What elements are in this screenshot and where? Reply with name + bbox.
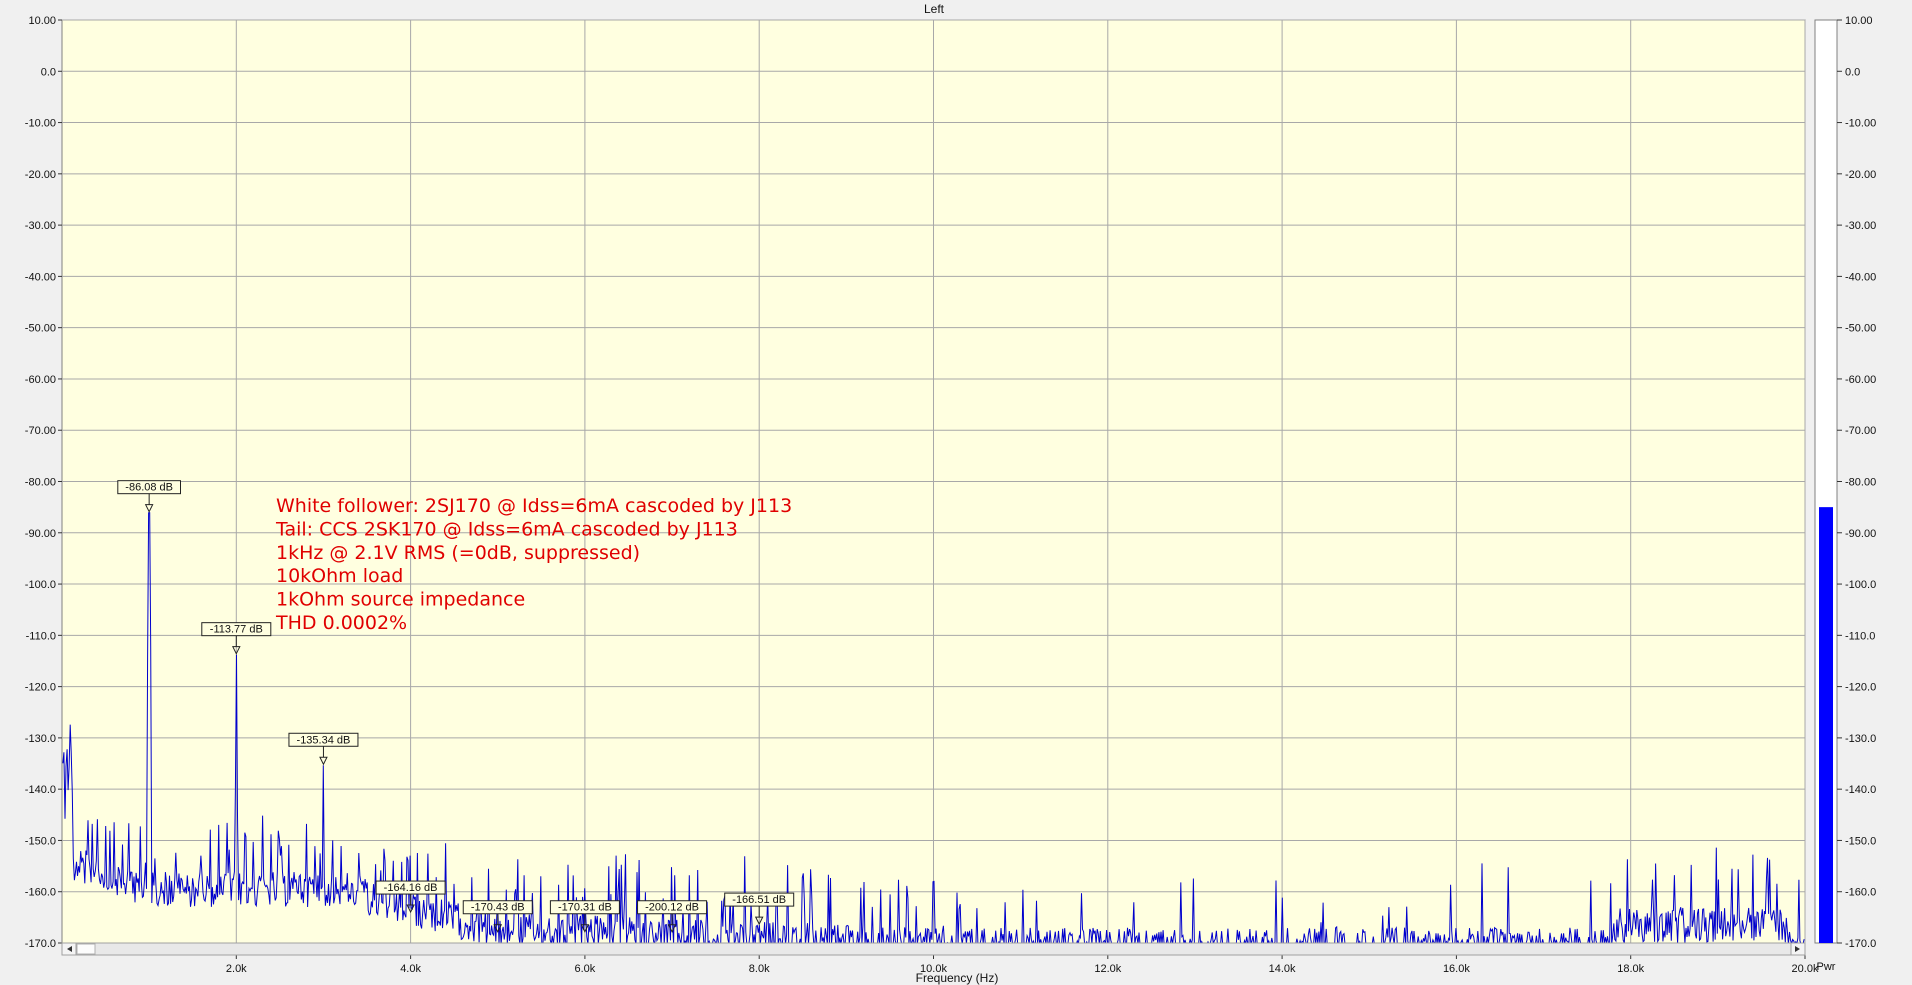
- scrollbar-track[interactable]: [61, 942, 1806, 956]
- annotation-line: Tail: CCS 2SK170 @ Idss=6mA cascoded by …: [275, 518, 738, 540]
- y-tick-label: -140.0: [25, 784, 56, 796]
- marker-label: -166.51 dB: [732, 894, 786, 906]
- meter-label: Pwr: [1817, 961, 1836, 973]
- marker-label: -86.08 dB: [125, 482, 173, 494]
- meter-tick-label: -110.0: [1845, 630, 1875, 642]
- meter-tick-label: -150.0: [1845, 835, 1876, 847]
- marker-label: -170.43 dB: [471, 902, 525, 914]
- y-tick-label: -90.00: [25, 528, 56, 540]
- meter-level-bar: [1819, 507, 1833, 943]
- annotation-line: 1kHz @ 2.1V RMS (=0dB, suppressed): [276, 542, 640, 564]
- x-tick-label: 16.0k: [1443, 963, 1470, 975]
- meter-tick-label: -60.00: [1845, 374, 1876, 386]
- meter-tick-label: -20.00: [1845, 169, 1876, 181]
- meter-tick-label: -10.00: [1845, 118, 1876, 130]
- y-tick-label: -130.0: [25, 733, 56, 745]
- y-tick-label: -150.0: [25, 835, 56, 847]
- meter-tick-label: -30.00: [1845, 220, 1876, 232]
- y-tick-label: -20.00: [25, 169, 56, 181]
- meter-tick-label: 0.0: [1845, 66, 1860, 78]
- x-tick-label: 2.0k: [226, 963, 247, 975]
- annotation-line: White follower: 2SJ170 @ Idss=6mA cascod…: [276, 495, 792, 517]
- x-tick-label: 20.0k: [1792, 963, 1819, 975]
- y-tick-label: -40.00: [25, 271, 56, 283]
- marker-label: -113.77 dB: [210, 624, 263, 636]
- y-tick-label: -10.00: [25, 118, 56, 130]
- y-tick-label: -170.0: [25, 938, 56, 950]
- x-tick-label: 12.0k: [1094, 963, 1121, 975]
- y-tick-label: -80.00: [25, 477, 56, 489]
- x-tick-label: 6.0k: [575, 963, 596, 975]
- marker-label: -170.31 dB: [558, 902, 612, 914]
- y-tick-label: -30.00: [25, 220, 56, 232]
- y-tick-label: -120.0: [25, 682, 56, 694]
- meter-tick-label: -160.0: [1845, 887, 1876, 899]
- meter-tick-label: -70.00: [1845, 425, 1876, 437]
- x-tick-label: 18.0k: [1617, 963, 1644, 975]
- h-scrollbar[interactable]: [61, 942, 1806, 956]
- y-tick-label: -50.00: [25, 323, 56, 335]
- marker-label: -135.34 dB: [297, 734, 351, 746]
- chart-title: Left: [924, 2, 945, 16]
- meter-tick-label: -170.0: [1845, 938, 1876, 950]
- fft-chart: Left 10.00 0.0 -10.00 -20.00 -30.00 -40.00 -50…: [0, 0, 1912, 985]
- y-tick-label: -60.00: [25, 374, 56, 386]
- x-tick-label: 8.0k: [749, 963, 770, 975]
- y-tick-label: 10.00: [28, 15, 56, 27]
- marker-label: -164.16 dB: [384, 882, 438, 894]
- meter-tick-label: -90.00: [1845, 528, 1876, 540]
- meter-tick-label: -50.00: [1845, 323, 1876, 335]
- x-tick-label: 4.0k: [400, 963, 421, 975]
- annotation-line: THD 0.0002%: [275, 612, 407, 634]
- y-tick-label: -110.0: [26, 630, 56, 642]
- meter-tick-label: -80.00: [1845, 477, 1876, 489]
- meter-tick-label: -130.0: [1845, 733, 1876, 745]
- y-tick-label: -70.00: [25, 425, 56, 437]
- annotation-line: 10kOhm load: [276, 565, 403, 587]
- marker-label: -200.12 dB: [645, 902, 699, 914]
- y-tick-label: -100.0: [25, 579, 56, 591]
- meter-tick-label: -100.0: [1845, 579, 1876, 591]
- meter-tick-label: -40.00: [1845, 271, 1876, 283]
- meter-tick-label: 10.00: [1845, 15, 1873, 27]
- y-tick-label: -160.0: [25, 887, 56, 899]
- x-axis-label: Frequency (Hz): [916, 971, 999, 985]
- scroll-thumb[interactable]: [76, 943, 96, 955]
- x-tick-label: 14.0k: [1269, 963, 1296, 975]
- annotation-line: 1kOhm source impedance: [276, 589, 525, 611]
- meter-tick-label: -140.0: [1845, 784, 1876, 796]
- meter-tick-label: -120.0: [1845, 682, 1876, 694]
- y-tick-label: 0.0: [41, 66, 56, 78]
